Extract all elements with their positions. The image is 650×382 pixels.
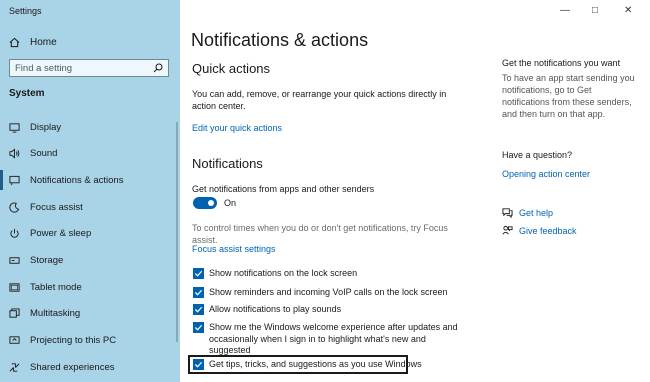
feedback-icon xyxy=(502,225,513,235)
sidebar-item-label: Tablet mode xyxy=(30,281,82,293)
checkbox-reminders-voip[interactable]: Show reminders and incoming VoIP calls o… xyxy=(193,287,447,299)
power-icon xyxy=(10,228,19,238)
focus-assist-settings-link[interactable]: Focus assist settings xyxy=(192,244,276,254)
notifications-heading: Notifications xyxy=(192,156,263,171)
sidebar-scrollbar[interactable] xyxy=(176,122,178,342)
sidebar-item-multitasking[interactable]: Multitasking xyxy=(9,306,179,320)
sidebar-item-label: Storage xyxy=(30,254,64,266)
projector-icon xyxy=(9,335,20,344)
edit-quick-actions-link[interactable]: Edit your quick actions xyxy=(192,123,282,133)
checkbox-play-sounds[interactable]: Allow notifications to play sounds xyxy=(193,304,341,316)
checkbox-welcome-experience[interactable]: Show me the Windows welcome experience a… xyxy=(193,322,458,357)
sidebar-item-label: Shared experiences xyxy=(30,361,115,373)
checkbox-label: Show reminders and incoming VoIP calls o… xyxy=(209,287,448,297)
quick-actions-heading: Quick actions xyxy=(192,61,271,76)
question-heading: Have a question? xyxy=(502,150,573,160)
checkbox-checked-icon xyxy=(193,304,204,315)
sidebar-item-storage[interactable]: Storage xyxy=(9,253,179,267)
checkbox-label-line2: occasionally when I sign in to highlight… xyxy=(209,333,426,344)
sidebar-item-label: Focus assist xyxy=(30,201,83,213)
sidebar-item-display[interactable]: Display xyxy=(9,120,179,134)
sidebar-item-power-sleep[interactable]: Power & sleep xyxy=(9,226,179,240)
search-placeholder: Find a setting xyxy=(15,62,73,74)
checkbox-label: Show me the Windows welcome experience a… xyxy=(209,322,458,357)
sidebar-item-shared-experiences[interactable]: Shared experiences xyxy=(9,360,179,374)
sidebar-item-focus-assist[interactable]: Focus assist xyxy=(9,200,179,214)
give-feedback-link[interactable]: Give feedback xyxy=(502,225,577,236)
checkbox-checked-icon xyxy=(193,287,204,298)
get-notifications-heading: Get the notifications you want xyxy=(502,58,621,68)
multitasking-icon xyxy=(9,307,20,318)
checkbox-label: Show notifications on the lock screen xyxy=(209,268,358,278)
notifications-toggle[interactable] xyxy=(193,197,217,209)
give-feedback-label: Give feedback xyxy=(519,225,577,236)
sidebar-item-label: Projecting to this PC xyxy=(30,334,117,346)
checkbox-lock-screen[interactable]: Show notifications on the lock screen xyxy=(193,268,357,280)
get-help-label: Get help xyxy=(519,207,554,218)
toggle-state-label: On xyxy=(224,198,237,208)
checkbox-checked-icon xyxy=(193,322,204,333)
sound-icon xyxy=(9,147,20,159)
sidebar-item-label: Sound xyxy=(30,147,58,159)
moon-icon xyxy=(9,202,20,213)
section-label-system: System xyxy=(9,88,45,99)
checkbox-label-line3: suggested xyxy=(209,345,251,355)
display-icon xyxy=(9,122,20,133)
focus-note-line1: To control times when you do or don't ge… xyxy=(192,223,448,233)
tablet-icon xyxy=(9,282,20,292)
sidebar-item-label: Notifications & actions xyxy=(30,174,124,186)
search-icon xyxy=(153,63,163,73)
home-icon xyxy=(9,37,20,47)
shared-icon xyxy=(9,362,20,372)
storage-icon xyxy=(9,256,20,264)
sidebar-item-label: Display xyxy=(30,121,62,133)
sidebar-item-notifications[interactable]: Notifications & actions xyxy=(0,170,179,190)
search-input[interactable]: Find a setting xyxy=(9,59,169,77)
sidebar-item-label: Power & sleep xyxy=(30,227,92,239)
help-icon xyxy=(502,208,513,218)
minimize-icon[interactable]: — xyxy=(560,5,570,16)
sidebar: Settings Home Find a setting System Disp… xyxy=(0,0,180,382)
window-title: Settings xyxy=(9,6,42,16)
notifications-icon xyxy=(9,175,20,185)
sidebar-item-sound[interactable]: Sound xyxy=(9,146,179,160)
checkbox-checked-icon xyxy=(193,268,204,279)
checkbox-label: Allow notifications to play sounds xyxy=(209,304,342,314)
page-title: Notifications & actions xyxy=(191,30,369,50)
highlight-box xyxy=(188,355,408,374)
checkbox-label-line1: Show me the Windows welcome experience a… xyxy=(209,322,458,332)
get-notifications-text: To have an app start sending you notific… xyxy=(502,73,635,119)
get-notifications-label: Get notifications from apps and other se… xyxy=(192,184,375,194)
opening-action-center-link[interactable]: Opening action center xyxy=(502,169,590,179)
close-icon[interactable]: ✕ xyxy=(624,5,632,16)
sidebar-item-tablet-mode[interactable]: Tablet mode xyxy=(9,280,179,294)
quick-actions-description-line2: action center. xyxy=(192,101,246,111)
sidebar-item-label: Multitasking xyxy=(30,307,81,319)
sidebar-item-projecting[interactable]: Projecting to this PC xyxy=(9,333,179,347)
toggle-knob xyxy=(208,200,214,206)
maximize-icon[interactable]: □ xyxy=(592,5,598,16)
quick-actions-description-line1: You can add, remove, or rearrange your q… xyxy=(192,89,447,99)
get-help-link[interactable]: Get help xyxy=(502,207,553,218)
nav-home[interactable]: Home xyxy=(9,35,57,49)
nav-home-label: Home xyxy=(30,36,57,48)
